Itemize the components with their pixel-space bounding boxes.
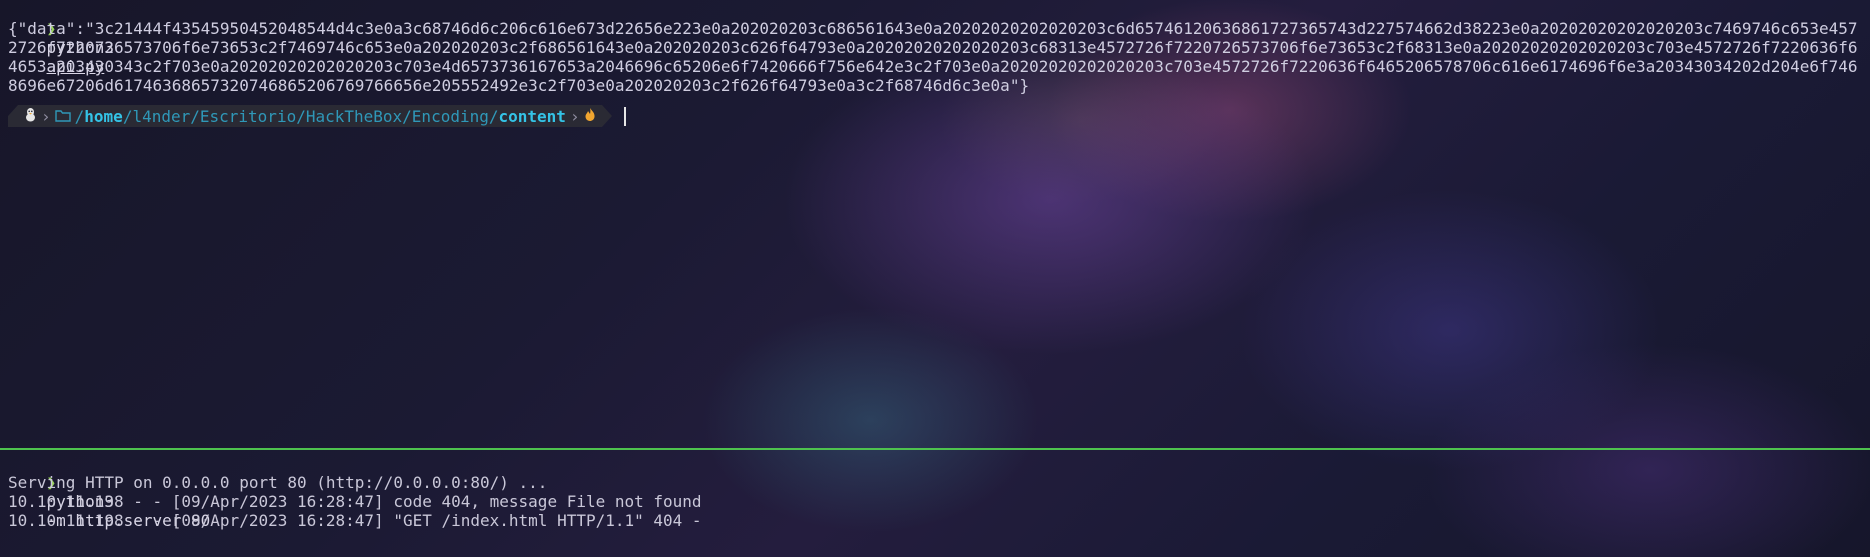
- terminal-pane-top[interactable]: ❯ python3 api.py {"data":"3c21444f435459…: [0, 0, 1870, 449]
- folder-icon: [54, 107, 71, 126]
- path-current-dir: content: [498, 106, 566, 126]
- text-cursor[interactable]: [623, 106, 626, 126]
- path-middle: /l4nder/Escritorio/HackTheBox/Encoding/: [122, 106, 499, 126]
- tux-icon: [24, 107, 37, 126]
- api-json-output: {"data":"3c21444f43545950452048544d4c3e0…: [8, 19, 1858, 95]
- path-prefix: /: [74, 106, 85, 126]
- server-log-line: 10.10.11.198 - - [09/Apr/2023 16:28:47] …: [8, 511, 702, 530]
- chevron-right-icon: ›: [41, 106, 51, 126]
- shell-prompt: › / home/l4nder/Escritorio/HackTheBox/Enc…: [8, 105, 1862, 127]
- prompt-segment-end: [601, 105, 612, 127]
- prompt-segment: › / home/l4nder/Escritorio/HackTheBox/Enc…: [18, 105, 602, 127]
- command-line-top: ❯ python3 api.py: [8, 0, 1862, 76]
- path-home: home: [84, 106, 123, 126]
- prompt-segment-start: [8, 105, 18, 127]
- chevron-right-icon: ›: [569, 106, 580, 126]
- terminal-pane-bottom[interactable]: ❯ python3 -m http.server 80 Serving HTTP…: [0, 450, 1870, 557]
- server-log-line: 10.10.11.198 - - [09/Apr/2023 16:28:47] …: [8, 492, 702, 511]
- fire-icon: [584, 107, 596, 126]
- server-log-line: Serving HTTP on 0.0.0.0 port 80 (http://…: [8, 473, 548, 492]
- command-line-bottom: ❯ python3 -m http.server 80: [8, 454, 1862, 530]
